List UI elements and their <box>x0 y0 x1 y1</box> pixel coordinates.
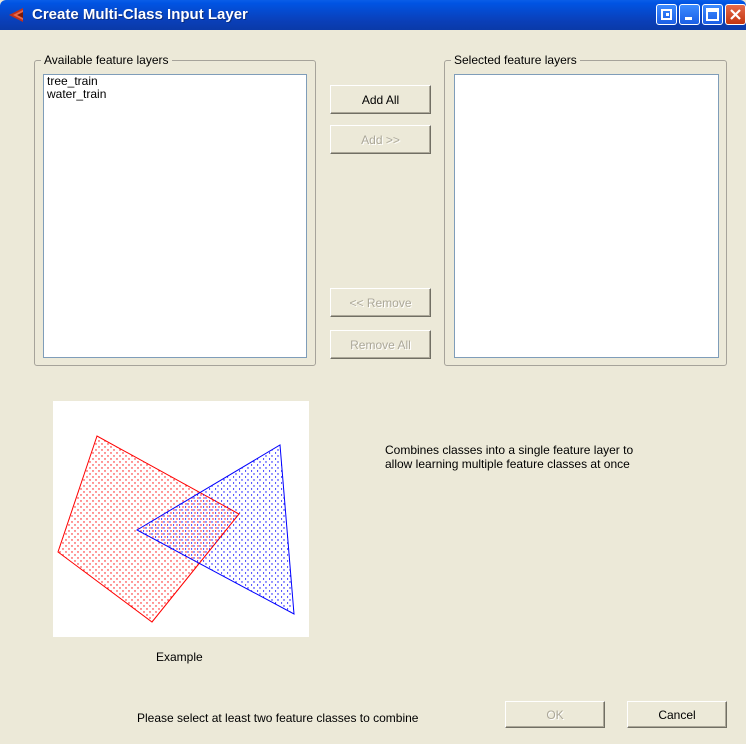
remove-button[interactable]: << Remove <box>330 288 431 317</box>
dialog-window: Create Multi-Class Input Layer Available… <box>0 0 746 744</box>
available-layers-group: Available feature layers tree_train wate… <box>34 53 316 366</box>
add-all-button[interactable]: Add All <box>330 85 431 114</box>
selected-layers-group: Selected feature layers <box>444 53 727 366</box>
available-layers-list[interactable]: tree_train water_train <box>43 74 307 358</box>
add-button[interactable]: Add >> <box>330 125 431 154</box>
minimize-icon[interactable] <box>679 4 700 25</box>
app-logo-icon <box>9 8 23 22</box>
restore-icon[interactable] <box>656 4 677 25</box>
description-line-2: allow learning multiple feature classes … <box>385 457 630 471</box>
list-item-water-train[interactable]: water_train <box>44 88 306 101</box>
cancel-button[interactable]: Cancel <box>627 701 727 728</box>
example-caption: Example <box>156 650 203 664</box>
close-icon[interactable] <box>725 4 746 25</box>
available-layers-label: Available feature layers <box>41 53 172 67</box>
status-message: Please select at least two feature class… <box>137 711 419 725</box>
maximize-icon[interactable] <box>702 4 723 25</box>
title-bar[interactable]: Create Multi-Class Input Layer <box>0 0 746 30</box>
example-illustration <box>57 435 295 623</box>
window-title: Create Multi-Class Input Layer <box>32 6 248 23</box>
remove-all-button[interactable]: Remove All <box>330 330 431 359</box>
ok-button[interactable]: OK <box>505 701 605 728</box>
description-line-1: Combines classes into a single feature l… <box>385 443 634 457</box>
selected-layers-list[interactable] <box>454 74 719 358</box>
example-image <box>53 401 309 637</box>
selected-layers-label: Selected feature layers <box>451 53 580 67</box>
